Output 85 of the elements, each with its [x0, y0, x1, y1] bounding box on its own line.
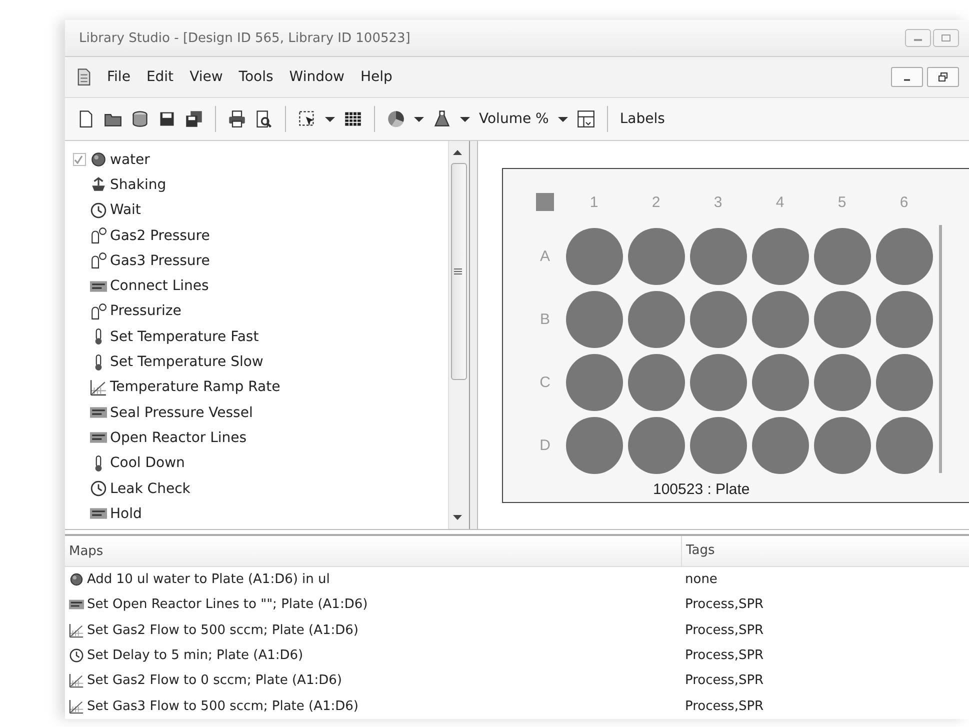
menu-item[interactable]: Window: [281, 66, 352, 88]
print-icon[interactable]: [228, 110, 246, 128]
minimize-button[interactable]: [905, 29, 931, 47]
database-icon[interactable]: [131, 110, 149, 128]
list-item[interactable]: Cool Down: [110, 455, 185, 472]
ramp-chart-icon: [69, 698, 84, 714]
pie-chart-icon[interactable]: [387, 110, 405, 128]
tags-cell-text: none: [684, 572, 718, 588]
menu-item[interactable]: Edit: [138, 66, 182, 88]
list-item[interactable]: Gas3 Pressure: [110, 252, 210, 269]
maximize-button[interactable]: [933, 29, 959, 47]
list-item[interactable]: Gas2 Pressure: [110, 228, 210, 244]
map-entry[interactable]: Set Gas3 Flow to 500 sccm; Plate (A1:D6): [87, 698, 358, 714]
row-label: D: [540, 437, 550, 454]
column-label: 4: [776, 194, 784, 210]
gas-cylinder-icon: [90, 302, 107, 320]
column-label: 5: [838, 194, 846, 210]
list-item[interactable]: Hold: [110, 506, 142, 522]
ramp-chart-icon: [69, 673, 84, 688]
gas-cylinder-icon: [90, 252, 107, 270]
ramp-chart-icon: [69, 622, 84, 638]
scrollbar[interactable]: [448, 141, 469, 529]
checkbox[interactable]: [73, 153, 86, 166]
column-label: 1: [590, 194, 598, 210]
row-label: A: [540, 248, 550, 265]
scroll-thumb[interactable]: [451, 163, 467, 380]
list-item[interactable]: Wait: [110, 202, 141, 218]
list-item[interactable]: Set Temperature Slow: [110, 354, 264, 370]
column-header[interactable]: Maps: [65, 544, 681, 558]
map-entry[interactable]: Set Open Reactor Lines to ""; Plate (A1:D6): [87, 597, 368, 612]
column-label: 6: [900, 194, 908, 210]
document-icon[interactable]: [77, 110, 95, 128]
layout-icon[interactable]: [576, 110, 595, 128]
menu-item[interactable]: File: [99, 66, 138, 88]
map-entry[interactable]: Set Gas2 Flow to 500 sccm; Plate (A1:D6): [87, 622, 358, 638]
save-all-icon[interactable]: [185, 110, 203, 128]
shaker-icon: [90, 176, 107, 194]
circle-icon: [90, 151, 107, 168]
menu-item[interactable]: View: [182, 66, 231, 88]
clock-icon: [90, 202, 107, 219]
restore-button[interactable]: [927, 67, 959, 87]
save-icon[interactable]: [158, 110, 176, 128]
column-label: 2: [652, 194, 660, 210]
map-entry[interactable]: Set Gas2 Flow to 0 sccm; Plate (A1:D6): [87, 673, 342, 688]
document-icon[interactable]: [75, 68, 93, 86]
clock-icon: [90, 480, 107, 497]
list-item[interactable]: Connect Lines: [110, 278, 209, 294]
tags-cell-text: Process,SPR: [684, 673, 765, 688]
restore-icon: [938, 72, 948, 82]
select-icon[interactable]: [298, 110, 316, 128]
list-item[interactable]: Shaking: [110, 176, 166, 193]
list-item[interactable]: Leak Check: [110, 480, 190, 496]
flask-icon[interactable]: [433, 110, 451, 128]
toolbar-label[interactable]: Labels: [620, 111, 665, 127]
row-label: B: [540, 311, 550, 328]
ramp-chart-icon: [90, 378, 107, 396]
map-entry[interactable]: Add 10 ul water to Plate (A1:D6) in ul: [87, 572, 330, 588]
gas-cylinder-icon: [90, 227, 107, 244]
list-item[interactable]: Temperature Ramp Rate: [110, 379, 280, 396]
circle-icon: [69, 572, 84, 588]
grip-icon: [454, 268, 462, 275]
list-item[interactable]: Pressurize: [110, 303, 182, 320]
row-label: C: [540, 374, 550, 391]
tags-cell-text: Process,SPR: [684, 597, 765, 612]
window-title: Library Studio - [Design ID 565, Library ID 100523]: [79, 30, 412, 46]
toolbar-label[interactable]: Volume %: [479, 111, 549, 127]
clock-icon: [69, 648, 84, 664]
list-item[interactable]: Seal Pressure Vessel: [110, 404, 253, 421]
menu-item[interactable]: Tools: [230, 66, 282, 88]
maximize-icon: [941, 34, 951, 42]
down-arrow-icon[interactable]: [453, 515, 462, 521]
tags-cell-text: Process,SPR: [684, 698, 765, 714]
up-arrow-icon[interactable]: [453, 149, 462, 155]
menu-item[interactable]: Help: [352, 66, 400, 88]
tags-cell-text: Process,SPR: [684, 648, 765, 664]
grid-icon[interactable]: [344, 110, 362, 128]
list-item[interactable]: Set Temperature Fast: [110, 328, 259, 345]
tags-cell-text: Process,SPR: [684, 622, 765, 638]
list-item[interactable]: Open Reactor Lines: [110, 430, 247, 446]
map-entry[interactable]: Set Delay to 5 min; Plate (A1:D6): [87, 648, 304, 664]
column-header[interactable]: Tags: [681, 536, 969, 566]
column-label: 3: [714, 194, 722, 210]
list-item[interactable]: water: [110, 152, 150, 168]
print-preview-icon[interactable]: [255, 110, 273, 128]
plate-caption: 100523 : Plate: [653, 481, 750, 498]
